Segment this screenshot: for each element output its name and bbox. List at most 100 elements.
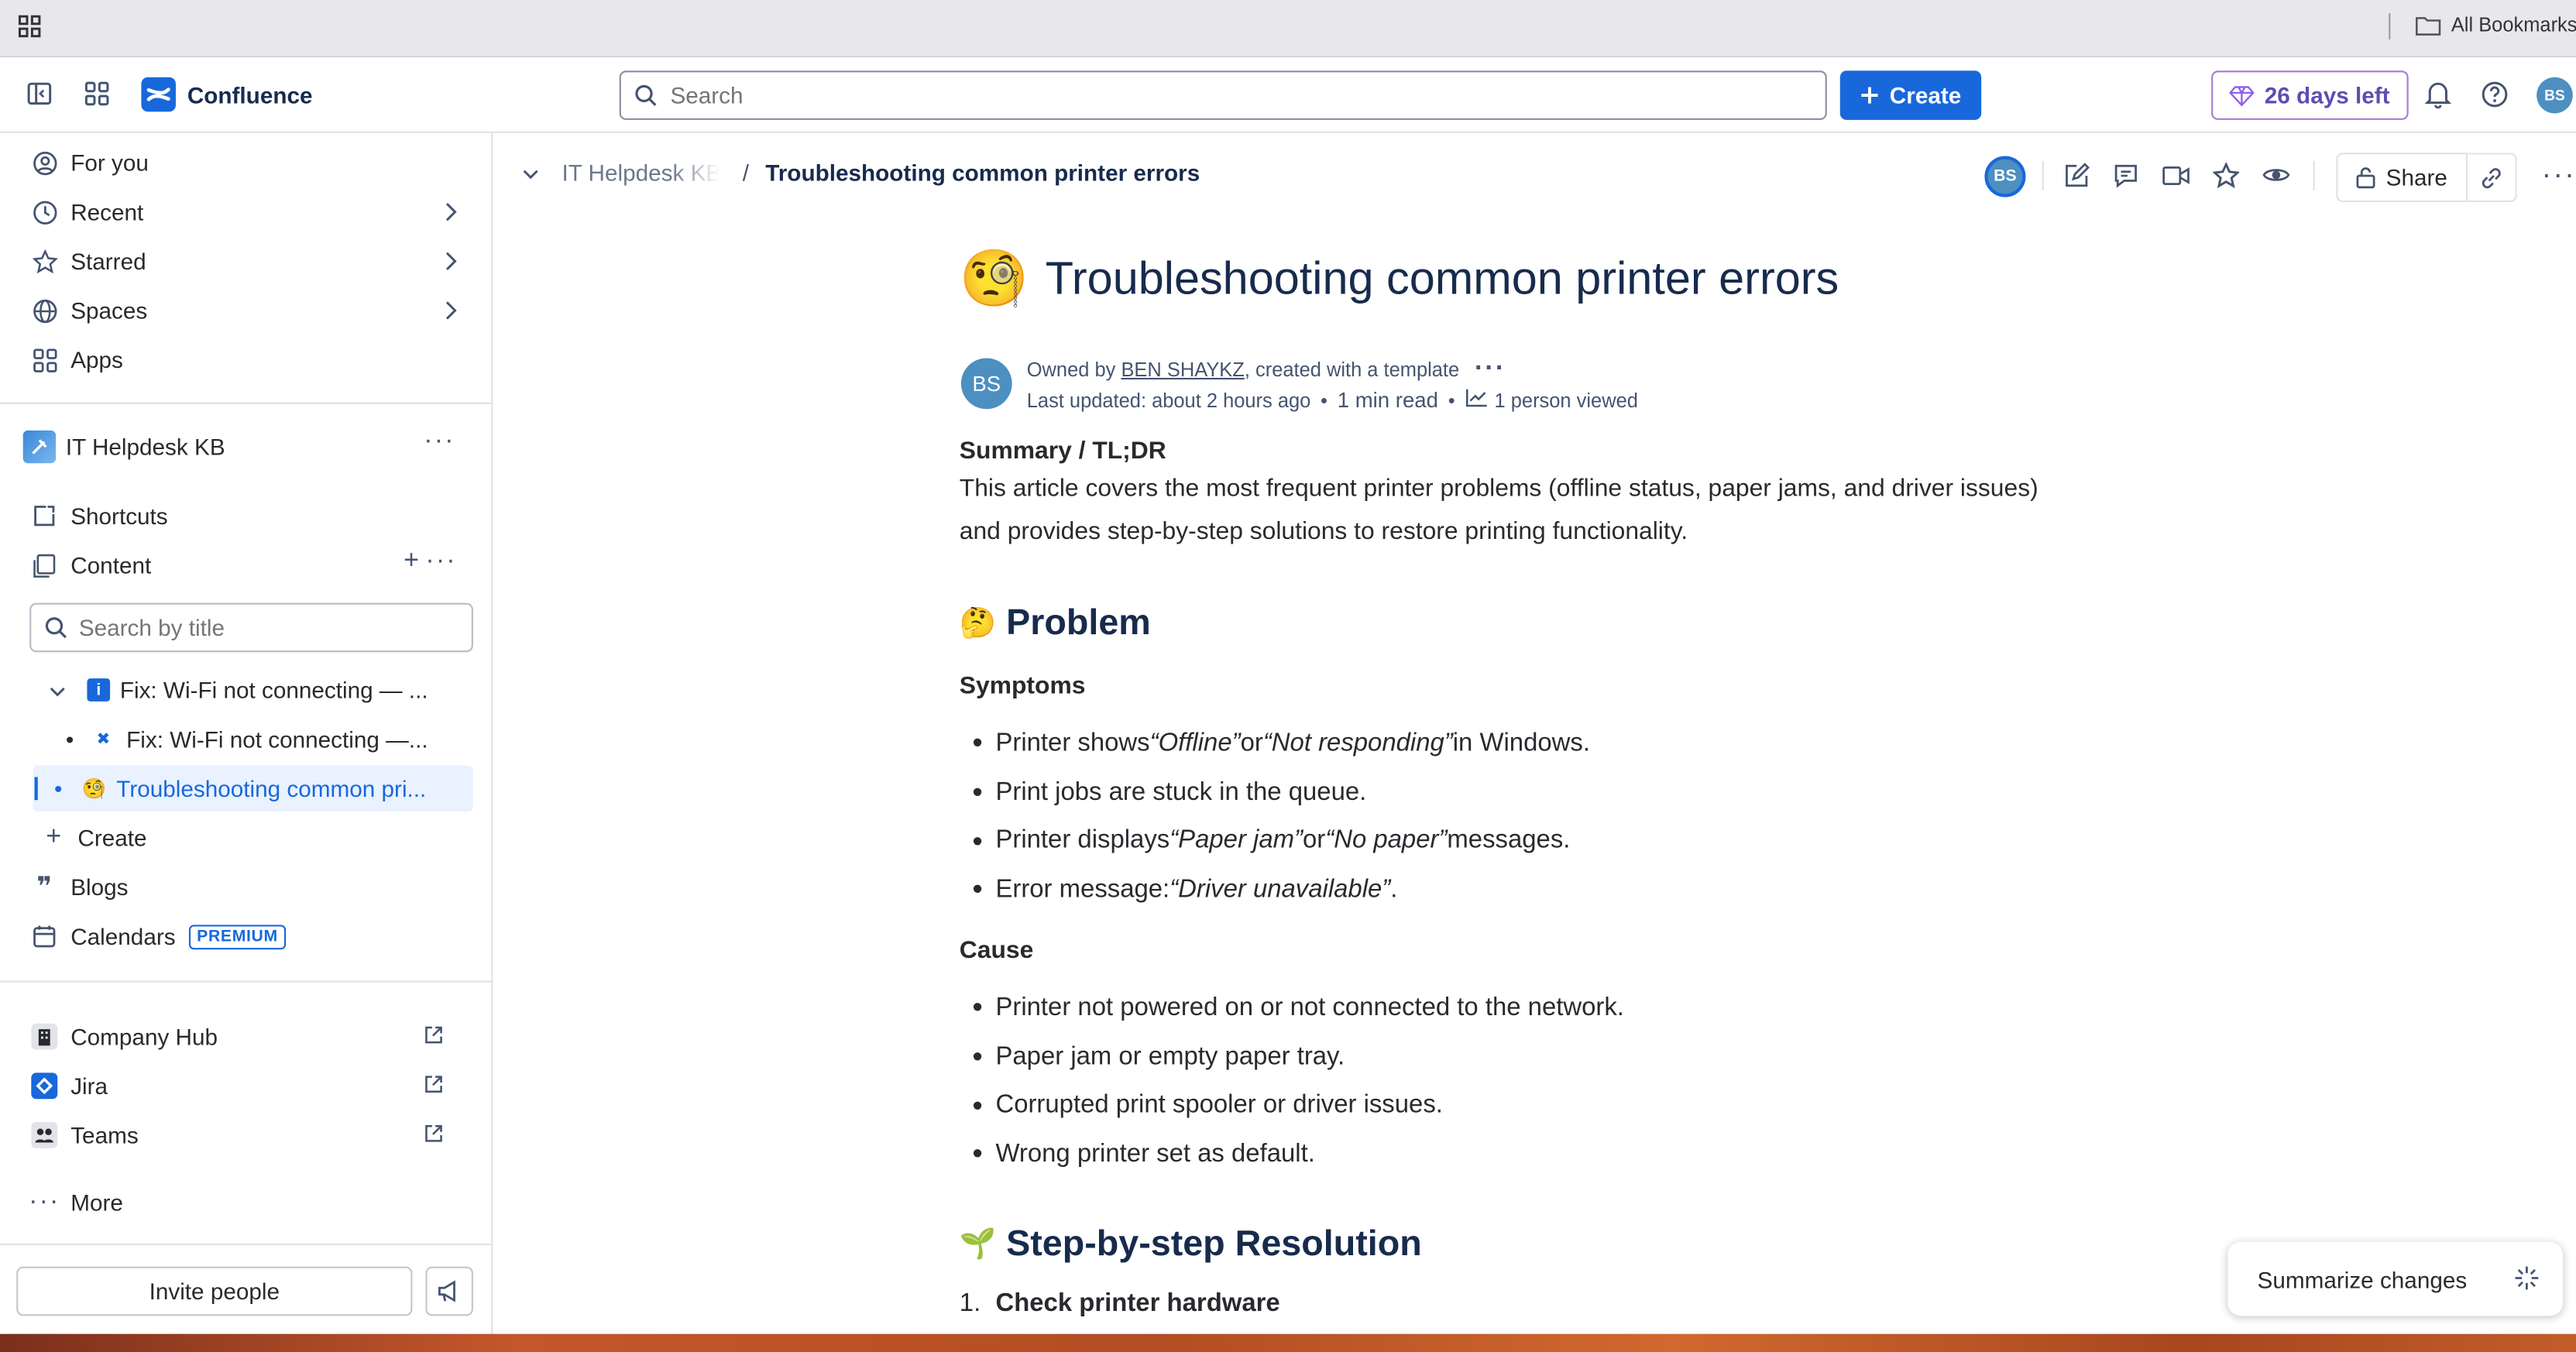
problem-heading-text: Problem — [1006, 601, 1151, 643]
share-button-label: Share — [2385, 164, 2447, 191]
sidebar-item-starred[interactable]: Starred — [16, 238, 476, 284]
sidebar-item-shortcuts[interactable]: Shortcuts — [16, 492, 476, 538]
tree-item[interactable]: i Fix: Wi-Fi not connecting — ... — [50, 667, 473, 712]
invite-people-button[interactable]: Invite people — [16, 1266, 413, 1316]
quote-icon: ❞ — [36, 873, 53, 902]
breadcrumb-space-link[interactable]: IT Helpdesk KB — [562, 160, 720, 186]
sidebar-item-spaces[interactable]: Spaces — [16, 287, 476, 333]
trial-button[interactable]: 26 days left — [2211, 70, 2409, 120]
page-views[interactable]: 1 person viewed — [1495, 389, 1638, 412]
step-number: 1. — [959, 1289, 981, 1318]
sidebar-item-blogs[interactable]: ❞ Blogs — [16, 864, 476, 910]
all-bookmarks-button[interactable]: All Bookmarks — [2415, 13, 2576, 36]
jira-logo-icon — [29, 1072, 59, 1100]
add-content-icon[interactable]: + — [404, 547, 419, 576]
confluence-logo[interactable]: Confluence — [141, 77, 313, 112]
shortcut-icon — [29, 504, 59, 527]
sidebar-item-for-you[interactable]: For you — [16, 139, 476, 185]
share-button[interactable]: Share — [2336, 153, 2468, 202]
cause-heading: Cause — [959, 936, 1034, 965]
user-avatar[interactable]: BS — [2537, 77, 2573, 114]
apps-grid-icon[interactable] — [18, 15, 41, 46]
title-row: 🧐 Troubleshooting common printer errors — [960, 248, 1839, 311]
chevron-right-icon[interactable] — [444, 249, 457, 276]
sidebar-search[interactable] — [29, 602, 473, 653]
owner-line: Owned by BEN SHAYKZ, created with a temp… — [1027, 355, 1506, 384]
list-item: • Printer displays “Paper jam” or “No pap… — [972, 824, 1571, 857]
sidebar-item-label: Blogs — [70, 873, 129, 901]
desktop-wallpaper-strip — [0, 1333, 2576, 1352]
apps-grid-icon — [29, 348, 59, 372]
search-input[interactable] — [670, 82, 1788, 109]
owner-avatar[interactable]: BS — [960, 358, 1012, 410]
create-button-label: Create — [1889, 82, 1962, 109]
help-icon[interactable] — [2481, 81, 2509, 108]
sidebar-item-content[interactable]: Content + ··· — [16, 542, 476, 588]
page-stats: Last updated: about 2 hours ago • 1 min … — [1027, 388, 1638, 413]
globe-icon — [29, 298, 59, 323]
app-switcher-icon[interactable] — [84, 81, 110, 107]
collapse-chevron-icon[interactable] — [523, 160, 539, 186]
teams-icon — [29, 1121, 59, 1148]
space-header[interactable]: IT Helpdesk KB ··· — [22, 427, 475, 464]
info-icon: i — [87, 678, 111, 702]
owner-link[interactable]: BEN SHAYKZ — [1121, 358, 1244, 381]
page-byline: BS Owned by BEN SHAYKZ, created with a t… — [960, 355, 2110, 420]
global-search[interactable] — [619, 70, 1827, 120]
breadcrumb-separator: / — [742, 159, 750, 186]
browser-bookmarks-bar: All Bookmarks — [0, 0, 2576, 58]
list-item: • Error message: “Driver unavailable”. — [972, 873, 1398, 906]
ai-sparkle-icon[interactable] — [2513, 1265, 2540, 1296]
sidebar-item-teams[interactable]: Teams — [16, 1112, 476, 1158]
collaborator-avatar[interactable]: BS — [1984, 156, 2026, 197]
video-icon[interactable] — [2162, 164, 2190, 187]
list-item: • Print jobs are stuck in the queue. — [972, 775, 1367, 808]
sidebar-item-recent[interactable]: Recent — [16, 189, 476, 235]
list-item: • Wrong printer set as default. — [972, 1137, 1315, 1171]
sidebar-item-jira[interactable]: Jira — [16, 1063, 476, 1109]
sidebar-item-label: Recent — [70, 198, 144, 225]
sidebar-item-calendars[interactable]: Calendars PREMIUM — [16, 914, 476, 959]
tree-item-current[interactable]: • 🧐 Troubleshooting common pri... — [33, 765, 473, 812]
bullet-icon: • — [65, 726, 74, 753]
edit-icon[interactable] — [2063, 163, 2090, 189]
create-button[interactable]: Create — [1839, 70, 1982, 120]
diamond-icon — [2230, 85, 2255, 106]
chevron-right-icon[interactable] — [444, 299, 457, 325]
tree-create-button[interactable]: + Create — [46, 815, 374, 860]
star-icon[interactable] — [2213, 163, 2240, 189]
more-options-icon[interactable]: ··· — [425, 548, 456, 575]
plus-icon: + — [46, 822, 62, 851]
more-options-icon[interactable]: ··· — [424, 427, 455, 457]
product-name: Confluence — [187, 81, 313, 108]
tree-item[interactable]: • ✖ Fix: Wi-Fi not connecting —... — [66, 716, 473, 762]
symptoms-heading: Symptoms — [959, 671, 1086, 700]
sidebar-toggle-icon[interactable] — [26, 81, 53, 107]
copy-link-button[interactable] — [2468, 153, 2517, 202]
sidebar-divider — [0, 402, 493, 404]
chevron-down-icon[interactable] — [50, 677, 73, 703]
sidebar-item-apps[interactable]: Apps — [16, 337, 476, 383]
sidebar-item-label: Jira — [70, 1072, 108, 1100]
sidebar-item-more[interactable]: ··· More — [16, 1179, 476, 1225]
chevron-right-icon[interactable] — [444, 201, 457, 227]
sidebar-item-label: Content — [70, 551, 152, 578]
user-circle-icon — [29, 150, 59, 175]
trial-label: 26 days left — [2264, 82, 2390, 109]
calendar-icon — [29, 925, 59, 948]
breadcrumb-current-page[interactable]: Troubleshooting common printer errors — [765, 160, 1200, 186]
summarize-changes-button[interactable]: Summarize changes — [2227, 1241, 2564, 1316]
more-actions-icon[interactable]: ··· — [2541, 160, 2576, 189]
notifications-icon[interactable] — [2424, 81, 2451, 109]
top-navigation: Confluence Create 26 days left BS — [0, 57, 2576, 133]
sidebar-item-company-hub[interactable]: Company Hub — [16, 1014, 476, 1059]
feedback-button[interactable] — [425, 1266, 473, 1316]
watch-eye-icon[interactable] — [2262, 164, 2290, 186]
comment-icon[interactable] — [2113, 163, 2139, 189]
more-options-icon[interactable]: ··· — [1475, 355, 1506, 383]
megaphone-icon — [438, 1280, 455, 1302]
sidebar-divider — [0, 1243, 493, 1246]
external-link-icon — [424, 1122, 443, 1148]
seedling-icon: 🌱 — [959, 1226, 997, 1261]
search-by-title-input[interactable] — [78, 614, 457, 641]
